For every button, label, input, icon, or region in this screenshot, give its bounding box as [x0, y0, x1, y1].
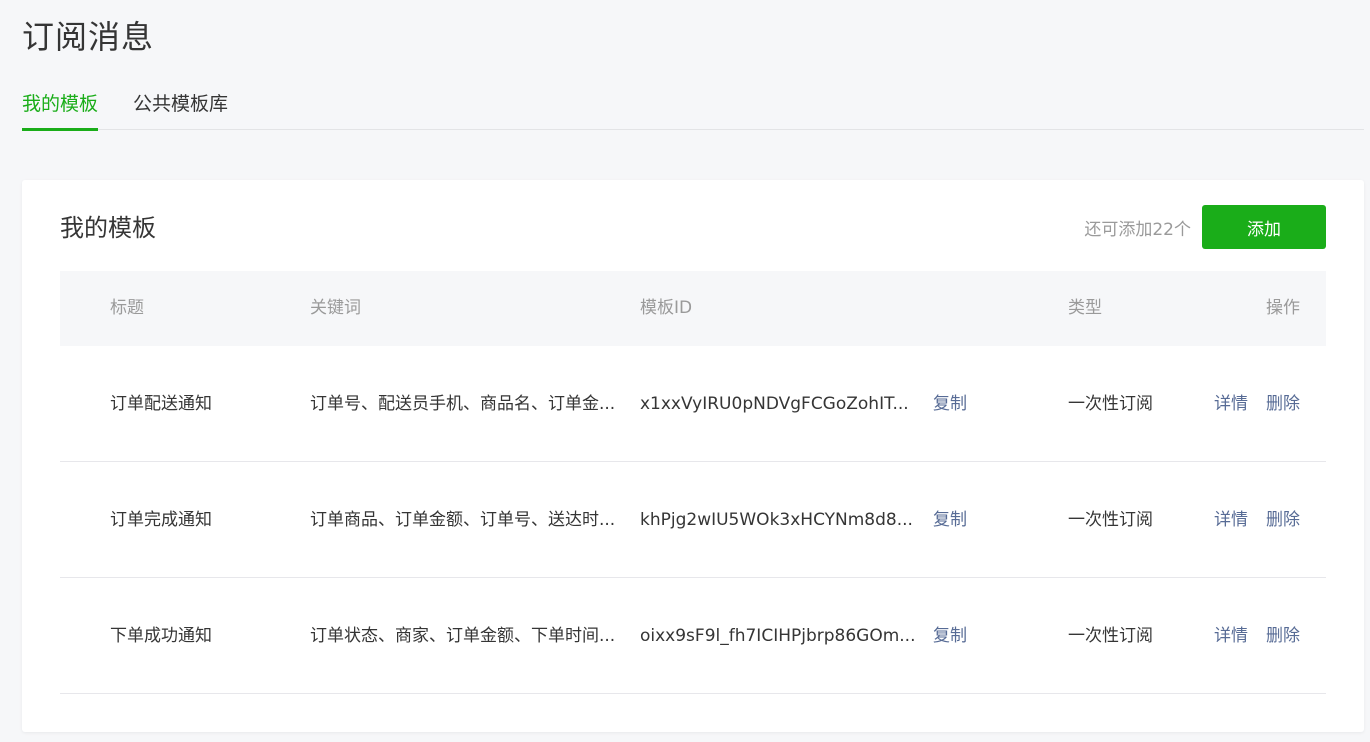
tab-bar: 我的模板 公共模板库	[22, 88, 1364, 131]
header-type: 类型	[1068, 298, 1102, 318]
delete-link[interactable]: 删除	[1266, 462, 1300, 578]
delete-link[interactable]: 删除	[1266, 346, 1300, 462]
row-type: 一次性订阅	[1068, 626, 1153, 646]
header-title: 标题	[110, 298, 144, 318]
row-type: 一次性订阅	[1068, 510, 1153, 530]
page-title: 订阅消息	[22, 18, 155, 56]
header-ops: 操作	[1266, 298, 1300, 318]
detail-link[interactable]: 详情	[1214, 462, 1248, 578]
detail-link[interactable]: 详情	[1214, 346, 1248, 462]
copy-link[interactable]: 复制	[933, 462, 967, 578]
add-button[interactable]: 添加	[1202, 205, 1326, 249]
card-title: 我的模板	[60, 214, 156, 242]
my-templates-card: 我的模板 还可添加22个 添加 标题 关键词 模板ID 类型 操作 订单配送通知…	[22, 180, 1364, 732]
row-type: 一次性订阅	[1068, 394, 1153, 414]
table-header: 标题 关键词 模板ID 类型 操作	[60, 271, 1326, 346]
copy-link[interactable]: 复制	[933, 346, 967, 462]
table-row: 订单配送通知 订单号、配送员手机、商品名、订单金... x1xxVyIRU0pN…	[60, 346, 1326, 462]
table-row: 下单成功通知 订单状态、商家、订单金额、下单时间... oixx9sF9l_fh…	[60, 578, 1326, 694]
copy-link[interactable]: 复制	[933, 578, 967, 694]
delete-link[interactable]: 删除	[1266, 578, 1300, 694]
row-template-id: khPjg2wIU5WOk3xHCYNm8d8...	[640, 510, 913, 530]
table-row: 订单完成通知 订单商品、订单金额、订单号、送达时... khPjg2wIU5WO…	[60, 462, 1326, 578]
row-title: 订单完成通知	[110, 510, 212, 530]
row-template-id: oixx9sF9l_fh7ICIHPjbrp86GOm...	[640, 626, 916, 646]
row-keywords: 订单号、配送员手机、商品名、订单金...	[310, 394, 616, 414]
row-keywords: 订单状态、商家、订单金额、下单时间...	[310, 626, 616, 646]
row-template-id: x1xxVyIRU0pNDVgFCGoZohIT...	[640, 394, 909, 414]
header-keywords: 关键词	[310, 298, 361, 318]
row-keywords: 订单商品、订单金额、订单号、送达时...	[310, 510, 616, 530]
detail-link[interactable]: 详情	[1214, 578, 1248, 694]
row-title: 订单配送通知	[110, 394, 212, 414]
tab-public-template-library[interactable]: 公共模板库	[133, 88, 228, 130]
remaining-count-text: 还可添加22个	[1084, 220, 1191, 240]
row-title: 下单成功通知	[110, 626, 212, 646]
tab-my-templates[interactable]: 我的模板	[22, 88, 99, 131]
templates-table: 标题 关键词 模板ID 类型 操作 订单配送通知 订单号、配送员手机、商品名、订…	[60, 271, 1326, 694]
header-template-id: 模板ID	[640, 298, 693, 318]
